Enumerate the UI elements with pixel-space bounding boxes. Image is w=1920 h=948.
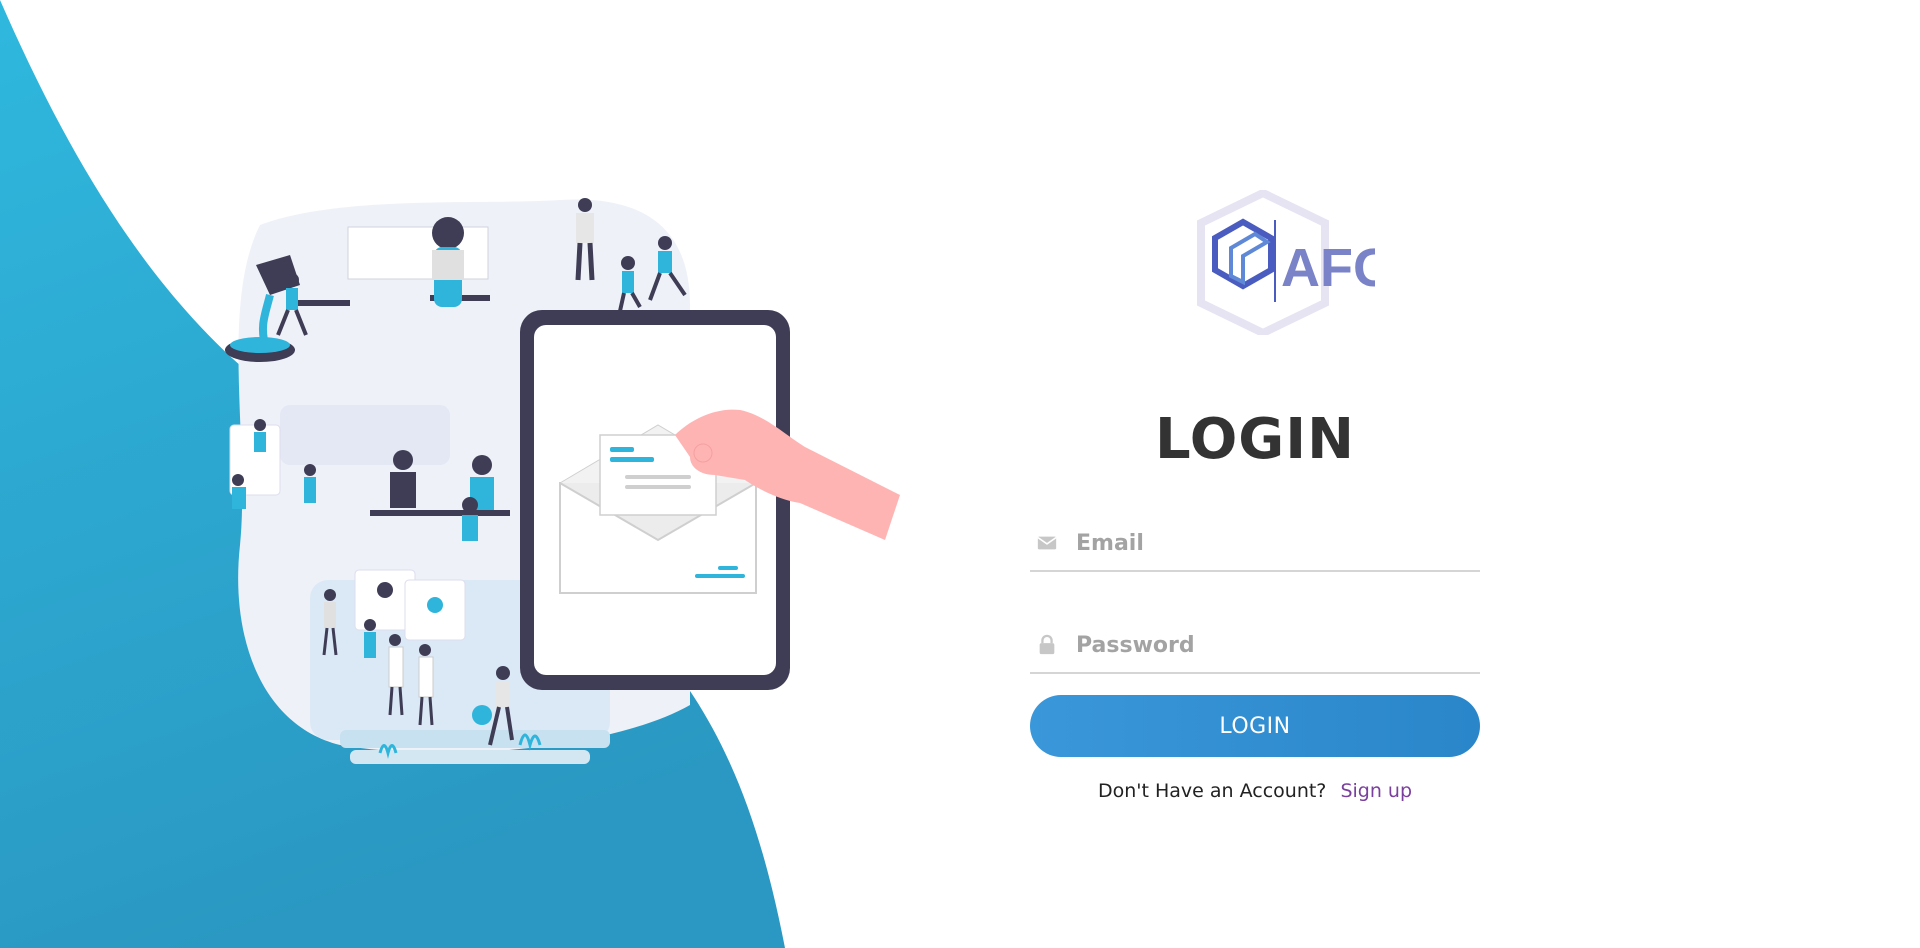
login-page: AFG LOGIN LOGIN Don't Have an Account? S… bbox=[0, 0, 1920, 948]
login-button[interactable]: LOGIN bbox=[1030, 695, 1480, 757]
afg-logo: AFG bbox=[1197, 190, 1375, 335]
login-panel: AFG LOGIN LOGIN Don't Have an Account? S… bbox=[1030, 0, 1480, 948]
signup-prompt: Don't Have an Account? Sign up bbox=[1030, 780, 1480, 802]
no-account-text: Don't Have an Account? bbox=[1097, 780, 1327, 802]
password-input[interactable] bbox=[1074, 624, 1478, 666]
collaboration-illustration bbox=[225, 198, 900, 764]
email-input[interactable] bbox=[1074, 522, 1478, 564]
logo-text: AFG bbox=[1281, 238, 1375, 298]
envelope-icon bbox=[1037, 536, 1057, 550]
lock-icon bbox=[1039, 634, 1055, 655]
email-field bbox=[1030, 514, 1480, 572]
password-field bbox=[1030, 616, 1480, 674]
page-title: LOGIN bbox=[1155, 407, 1355, 472]
signup-link[interactable]: Sign up bbox=[1340, 780, 1412, 802]
